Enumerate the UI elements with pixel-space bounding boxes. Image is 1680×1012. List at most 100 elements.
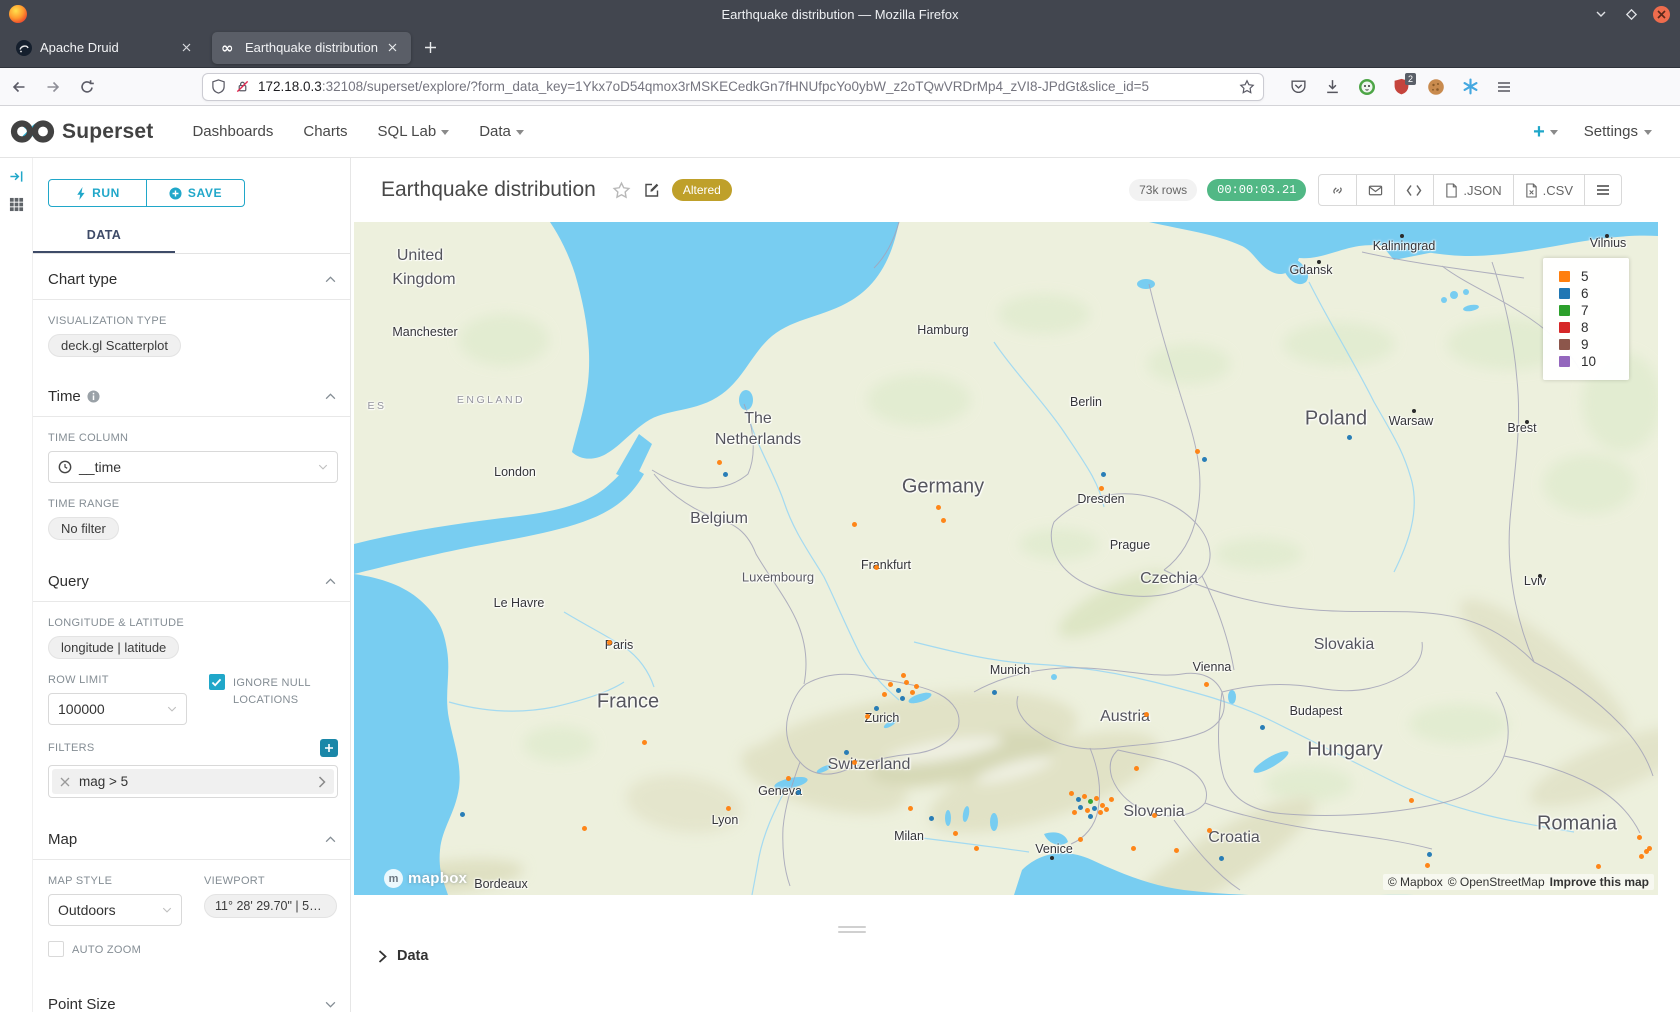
- collapse-panel-icon[interactable]: [6, 166, 26, 186]
- earthquake-point: [717, 460, 722, 465]
- export-csv-button[interactable]: .CSV: [1513, 175, 1584, 205]
- row-limit-select[interactable]: 100000: [48, 693, 187, 725]
- back-button[interactable]: [4, 73, 34, 101]
- map-style-select[interactable]: Outdoors: [48, 894, 182, 926]
- lonlat-value[interactable]: longitude | latitude: [48, 636, 179, 659]
- chevron-down-icon: [167, 706, 177, 712]
- section-point-size[interactable]: Point Size: [48, 979, 338, 1012]
- adblock-shield-icon[interactable]: 2: [1393, 78, 1410, 95]
- dataset-grid-icon[interactable]: [6, 194, 26, 214]
- email-button[interactable]: [1356, 175, 1394, 205]
- tab-close-icon[interactable]: [177, 39, 195, 57]
- download-icon[interactable]: [1324, 78, 1341, 95]
- panel-drag-handle[interactable]: [838, 926, 866, 936]
- tracking-shield-icon[interactable]: [211, 79, 226, 94]
- window-minimize-button[interactable]: [1593, 6, 1609, 22]
- attribution-mapbox-link[interactable]: © Mapbox: [1388, 875, 1443, 889]
- earthquake-point: [865, 714, 870, 719]
- cookie-icon[interactable]: [1427, 78, 1445, 96]
- favorite-star-icon[interactable]: [612, 181, 631, 200]
- run-button[interactable]: RUN: [48, 179, 147, 207]
- legend-swatch: [1559, 339, 1570, 350]
- tab-apache-druid[interactable]: Apache Druid: [7, 32, 204, 64]
- nav-item-data[interactable]: Data: [464, 106, 539, 158]
- checkbox-checked-icon: [209, 674, 225, 690]
- embed-code-button[interactable]: [1394, 175, 1433, 205]
- viz-type-value[interactable]: deck.gl Scatterplot: [48, 334, 181, 357]
- map-style-value: Outdoors: [58, 902, 162, 918]
- earthquake-point: [1078, 805, 1083, 810]
- improve-map-link[interactable]: Improve this map: [1550, 875, 1649, 889]
- settings-menu[interactable]: Settings: [1584, 123, 1652, 140]
- filter-item[interactable]: mag > 5: [52, 769, 334, 794]
- earthquake-point: [1104, 807, 1109, 812]
- legend-item: 8: [1559, 319, 1629, 336]
- add-new-button[interactable]: +: [1533, 122, 1558, 142]
- tab-close-icon[interactable]: [384, 39, 402, 57]
- attribution-osm-link[interactable]: © OpenStreetMap: [1448, 875, 1545, 889]
- earthquake-point: [908, 806, 913, 811]
- url-text[interactable]: 172.18.0.3:32108/superset/explore/?form_…: [258, 79, 1239, 94]
- time-column-value: __time: [79, 459, 318, 475]
- url-bar[interactable]: 172.18.0.3:32108/superset/explore/?form_…: [202, 73, 1264, 101]
- checkbox-unchecked-icon: [48, 941, 64, 957]
- privacy-badger-icon[interactable]: [1358, 78, 1376, 96]
- menu-hamburger-icon[interactable]: [1496, 79, 1512, 95]
- info-icon: [87, 390, 100, 403]
- earthquake-point: [1082, 794, 1087, 799]
- window-maximize-button[interactable]: [1623, 6, 1639, 22]
- chevron-right-icon[interactable]: [318, 776, 326, 788]
- window-title: Earthquake distribution — Mozilla Firefo…: [0, 7, 1680, 22]
- earthquake-point: [901, 673, 906, 678]
- section-map[interactable]: Map: [48, 814, 338, 859]
- nav-item-charts[interactable]: Charts: [288, 106, 362, 158]
- insecure-lock-icon[interactable]: [235, 79, 250, 94]
- tab-earthquake-distribution[interactable]: ∞ Earthquake distribution: [212, 32, 411, 64]
- nav-item-label: Dashboards: [192, 123, 273, 140]
- forward-button[interactable]: [38, 73, 68, 101]
- add-filter-button[interactable]: [320, 739, 338, 757]
- earthquake-point: [1219, 856, 1224, 861]
- email-icon: [1368, 183, 1383, 198]
- section-time[interactable]: Time: [48, 371, 338, 416]
- earthquake-point: [1078, 837, 1083, 842]
- auto-zoom-checkbox[interactable]: AUTO ZOOM: [48, 941, 182, 959]
- tab-data[interactable]: DATA: [33, 220, 175, 253]
- extension-asterisk-icon[interactable]: [1462, 78, 1479, 95]
- save-button[interactable]: SAVE: [146, 179, 245, 207]
- altered-badge[interactable]: Altered: [672, 179, 732, 201]
- window-close-button[interactable]: [1653, 6, 1670, 23]
- mapbox-wordmark: mapbox: [408, 870, 467, 887]
- export-json-button[interactable]: .JSON: [1433, 175, 1512, 205]
- section-query[interactable]: Query: [48, 556, 338, 601]
- left-icon-strip: [0, 158, 33, 1012]
- chevron-right-icon: [378, 950, 387, 963]
- time-column-select[interactable]: __time: [48, 451, 338, 483]
- nav-item-dashboards[interactable]: Dashboards: [177, 106, 288, 158]
- remove-filter-icon[interactable]: [60, 777, 70, 787]
- section-title: Point Size: [48, 996, 116, 1012]
- chart-menu-button[interactable]: [1584, 175, 1621, 205]
- map-canvas[interactable]: UnitedKingdomManchesterENGLANDLondonLe H…: [354, 222, 1658, 895]
- viewport-value[interactable]: 11° 28' 29.70" | 50...: [204, 894, 337, 918]
- time-range-value[interactable]: No filter: [48, 517, 119, 540]
- mapbox-logo[interactable]: m mapbox: [384, 869, 467, 888]
- ignore-null-checkbox[interactable]: IGNORE NULL LOCATIONS: [209, 674, 338, 709]
- earthquake-point: [844, 750, 849, 755]
- new-tab-button[interactable]: [418, 35, 444, 61]
- data-panel-toggle[interactable]: Data: [378, 948, 428, 964]
- nav-item-sql-lab[interactable]: SQL Lab: [363, 106, 465, 158]
- pocket-icon[interactable]: [1290, 78, 1307, 95]
- time-column-label: TIME COLUMN: [48, 432, 338, 444]
- earthquake-point: [1069, 791, 1074, 796]
- superset-logo[interactable]: Superset: [10, 117, 153, 147]
- earthquake-point: [1101, 472, 1106, 477]
- reload-button[interactable]: [72, 73, 102, 101]
- earthquake-point: [914, 684, 919, 689]
- legend-swatch: [1559, 322, 1570, 333]
- section-chart-type[interactable]: Chart type: [48, 254, 338, 299]
- earthquake-point: [1596, 864, 1601, 869]
- bookmark-star-icon[interactable]: [1239, 79, 1255, 95]
- share-link-button[interactable]: [1319, 175, 1356, 205]
- edit-properties-icon[interactable]: [644, 182, 660, 198]
